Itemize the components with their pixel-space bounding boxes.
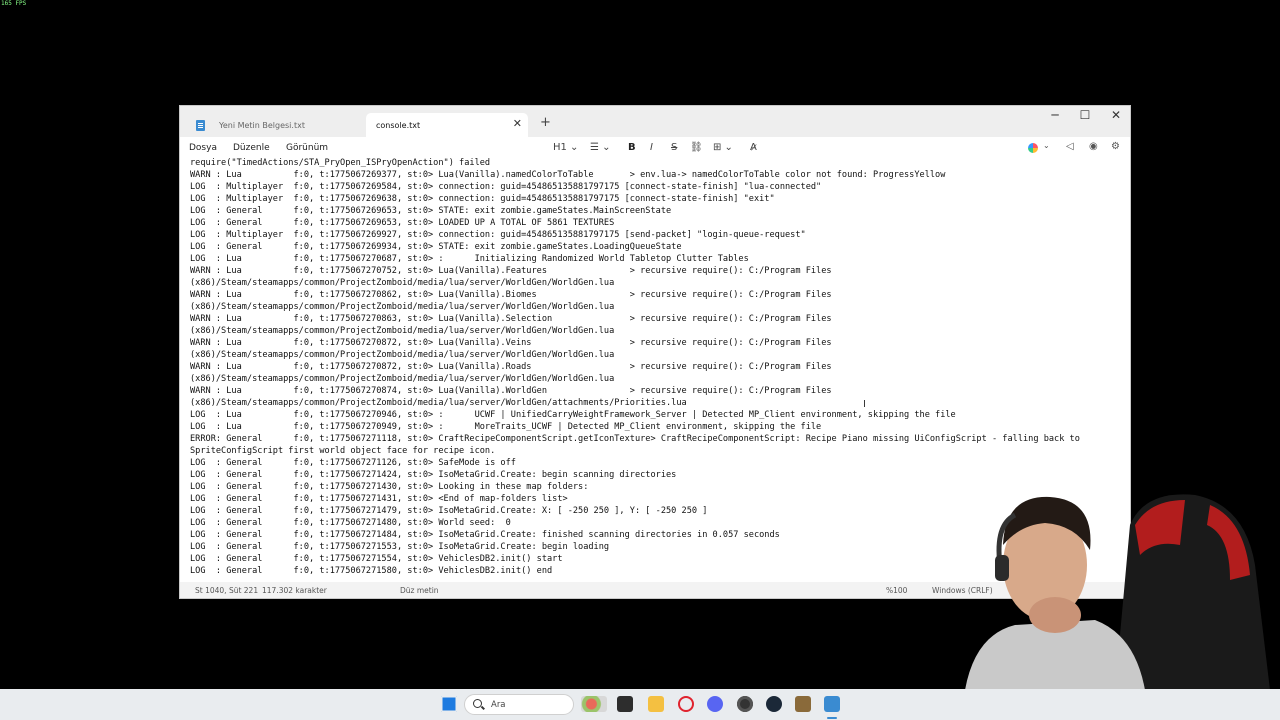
document-line: ERROR: General f:0, t:1775067271118, st:… [190,434,1080,444]
obs-icon[interactable] [737,696,753,712]
maximize-button[interactable]: ☐ [1070,108,1100,122]
document-line: (x86)/Steam/steamapps/common/ProjectZomb… [190,278,615,288]
notepad-icon[interactable] [824,696,840,712]
fps-counter: 165 FPS [1,0,27,7]
chevron-down-icon[interactable]: ⌄ [1043,141,1050,150]
strikethrough-button[interactable]: S [671,142,677,153]
document-line: LOG : Lua f:0, t:1775067270687, st:0> : … [190,254,749,264]
close-window-button[interactable]: ✕ [1101,108,1130,122]
steam-icon[interactable] [766,696,782,712]
document-line: (x86)/Steam/steamapps/common/ProjectZomb… [190,398,687,408]
discord-icon[interactable] [707,696,723,712]
document-line: (x86)/Steam/steamapps/common/ProjectZomb… [190,302,615,312]
document-line: LOG : Multiplayer f:0, t:1775067269927, … [190,230,806,240]
close-tab-icon[interactable]: ✕ [513,118,522,130]
tab-label: Yeni Metin Belgesi.txt [219,120,305,130]
document-line: WARN : Lua f:0, t:1775067270752, st:0> L… [190,266,832,276]
title-bar: Yeni Metin Belgesi.txt console.txt ✕ + ─… [180,106,1130,137]
italic-button[interactable]: I [650,142,653,153]
zoom-level[interactable]: %100 [886,586,907,595]
menu-dosya[interactable]: Dosya [189,143,217,153]
document-line: require("TimedActions/STA_PryOpen_ISPryO… [190,158,491,168]
document-line: WARN : Lua f:0, t:1775067270872, st:0> L… [190,362,832,372]
search-placeholder: Ara [491,700,506,710]
document-line: WARN : Lua f:0, t:1775067270862, st:0> L… [190,290,832,300]
document-line: LOG : Multiplayer f:0, t:1775067269638, … [190,194,775,204]
document-line: LOG : Lua f:0, t:1775067270949, st:0> : … [190,422,822,432]
document-line: WARN : Lua f:0, t:1775067269377, st:0> L… [190,170,946,180]
clear-formatting-icon[interactable]: A̷ [750,142,757,153]
document-line: LOG : General f:0, t:1775067271424, st:0… [190,470,677,480]
tab-console[interactable]: console.txt ✕ [366,113,528,137]
document-line: LOG : Multiplayer f:0, t:1775067269584, … [190,182,822,192]
file-explorer-icon[interactable] [648,696,664,712]
document-line: LOG : General f:0, t:1775067271126, st:0… [190,458,516,468]
settings-gear-icon[interactable]: ⚙ [1111,141,1120,152]
active-app-indicator [827,717,837,719]
search-icon [473,699,482,708]
taskbar-search-box[interactable]: Ara [464,694,574,715]
terminal-icon[interactable] [617,696,633,712]
account-icon[interactable]: ◉ [1089,141,1098,152]
heading-dropdown[interactable]: H1 ⌄ [553,142,578,153]
widget-icon[interactable] [581,696,607,712]
copilot-icon[interactable] [1028,143,1038,153]
feedback-icon[interactable]: ◁ [1066,141,1074,152]
tab-label: console.txt [376,120,421,130]
game-icon[interactable] [795,696,811,712]
minimize-button[interactable]: ─ [1040,108,1070,122]
document-line: LOG : General f:0, t:1775067269934, st:0… [190,242,682,252]
document-line: LOG : General f:0, t:1775067269653, st:0… [190,206,672,216]
document-line: SpriteConfigScript first world object fa… [190,446,496,456]
webcam-overlay [965,494,1270,690]
document-line: LOG : General f:0, t:1775067269653, st:0… [190,218,615,228]
bold-button[interactable]: B [628,142,636,153]
document-line: (x86)/Steam/steamapps/common/ProjectZomb… [190,350,615,360]
document-line: (x86)/Steam/steamapps/common/ProjectZomb… [190,374,615,384]
text-cursor-icon: I [863,399,866,410]
notepad-file-icon [196,119,205,131]
new-tab-button[interactable]: + [540,115,551,130]
menu-duzenle[interactable]: Düzenle [233,143,270,153]
document-line: WARN : Lua f:0, t:1775067270872, st:0> L… [190,338,832,348]
table-dropdown[interactable]: ⊞ ⌄ [713,142,733,153]
character-count: 117.302 karakter [262,586,327,595]
menu-bar: Dosya Düzenle Görünüm H1 ⌄ ☰ ⌄ B I S ⛓ ⊞… [180,137,1130,159]
windows-start-icon[interactable] [441,696,457,712]
opera-icon[interactable] [678,696,694,712]
document-line: (x86)/Steam/steamapps/common/ProjectZomb… [190,326,615,336]
list-dropdown[interactable]: ☰ ⌄ [590,142,611,153]
tab-yeni-metin-belgesi[interactable]: Yeni Metin Belgesi.txt [186,113,358,137]
document-line: LOG : Lua f:0, t:1775067270946, st:0> : … [190,410,956,420]
menu-gorunum[interactable]: Görünüm [286,143,328,153]
document-line: WARN : Lua f:0, t:1775067270863, st:0> L… [190,314,832,324]
cursor-position: St 1040, Süt 221 [195,586,259,595]
document-line: WARN : Lua f:0, t:1775067270874, st:0> L… [190,386,832,396]
link-icon[interactable]: ⛓ [690,142,703,153]
text-format[interactable]: Düz metin [400,586,439,595]
taskbar: Ara [0,689,1280,720]
